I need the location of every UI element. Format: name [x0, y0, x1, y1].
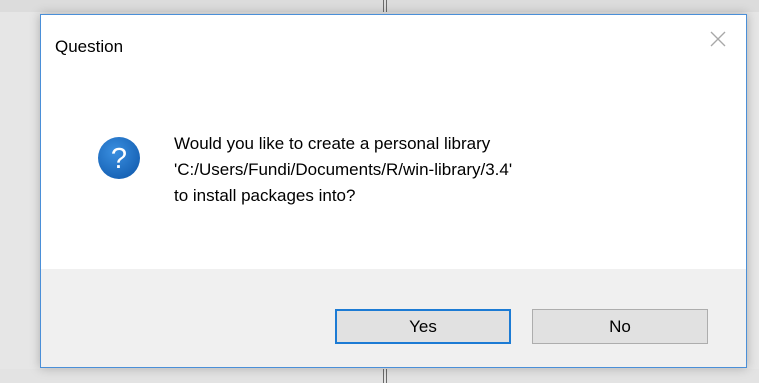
message-line: to install packages into? [174, 186, 356, 205]
dialog-titlebar[interactable]: Question [41, 15, 746, 63]
background-splitter-bottom [383, 369, 387, 383]
message-line: 'C:/Users/Fundi/Documents/R/win-library/… [174, 160, 513, 179]
dialog-button-bar: Yes No [41, 269, 746, 367]
background-window-top [0, 0, 759, 12]
question-icon: ? [96, 135, 142, 181]
message-line: Would you like to create a personal libr… [174, 134, 491, 153]
dialog-content: ? Would you like to create a personal li… [41, 63, 746, 269]
close-button[interactable] [690, 15, 746, 63]
no-button[interactable]: No [532, 309, 708, 344]
background-window-bottom [0, 369, 759, 383]
background-splitter-top [383, 0, 387, 12]
dialog-message: Would you like to create a personal libr… [174, 131, 512, 209]
close-icon [709, 30, 727, 48]
svg-text:?: ? [111, 143, 127, 175]
dialog-title: Question [55, 37, 124, 56]
question-dialog: Question ? Would you like to create a pe… [40, 14, 747, 368]
yes-button[interactable]: Yes [335, 309, 511, 344]
